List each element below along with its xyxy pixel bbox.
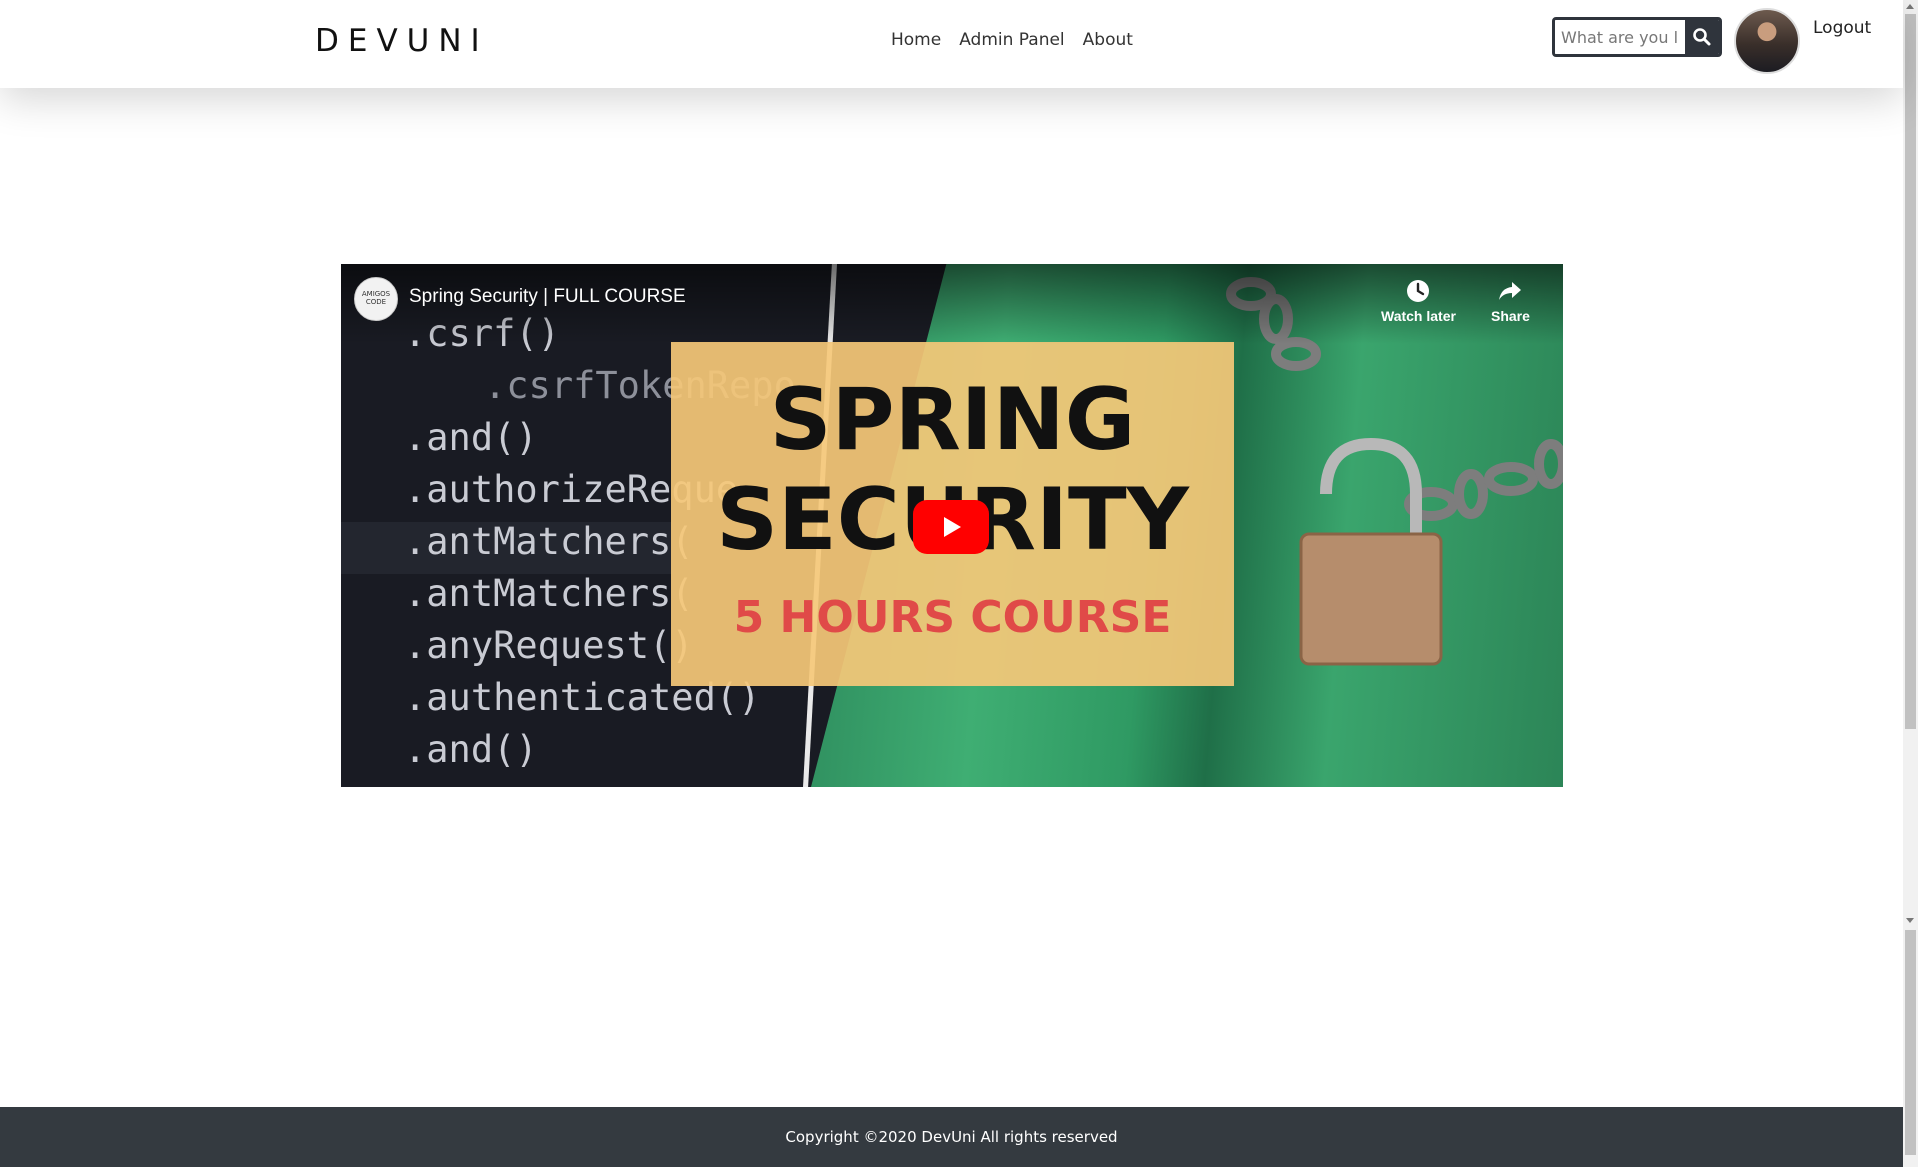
thumbnail-code-line: .and() <box>404 416 538 459</box>
watch-later-label: Watch later <box>1381 308 1456 324</box>
thumbnail-code-line: .antMatchers( <box>404 572 694 615</box>
search-form <box>1552 17 1722 57</box>
footer: Copyright ©2020 DevUni All rights reserv… <box>0 1107 1903 1167</box>
scroll-thumb[interactable] <box>1905 14 1916 729</box>
share-label: Share <box>1491 308 1530 324</box>
youtube-video-embed[interactable]: .csrf() .csrfTokenRepo .and() .authorize… <box>341 264 1563 787</box>
scroll-track-lower[interactable] <box>1905 930 1916 1155</box>
thumbnail-code-line: .antMatchers( <box>404 520 694 563</box>
thumbnail-headline-1: SPRING <box>769 370 1136 470</box>
top-navbar: DEVUNI Home Admin Panel About Logout <box>0 0 1903 88</box>
play-button[interactable] <box>913 500 989 554</box>
play-icon <box>944 517 961 537</box>
search-icon <box>1693 28 1711 46</box>
brand-logo[interactable]: DEVUNI <box>315 23 489 59</box>
channel-logo[interactable]: AMIGOS CODE <box>354 277 398 321</box>
logout-link[interactable]: Logout <box>1813 18 1871 38</box>
video-title[interactable]: Spring Security | FULL COURSE <box>409 286 686 308</box>
thumbnail-code-line: .anyRequest() <box>404 624 694 667</box>
nav-home-link[interactable]: Home <box>891 30 941 50</box>
clock-icon <box>1407 280 1430 302</box>
main-nav: Home Admin Panel About <box>891 30 1133 50</box>
page: DEVUNI Home Admin Panel About Logout .cs… <box>0 0 1903 1167</box>
search-input[interactable] <box>1555 20 1685 54</box>
share-icon <box>1499 282 1522 300</box>
user-avatar[interactable] <box>1734 8 1800 74</box>
scroll-up-arrow-icon[interactable] <box>1906 4 1914 9</box>
copyright-text: Copyright ©2020 DevUni All rights reserv… <box>785 1128 1118 1146</box>
scroll-down-arrow-icon[interactable] <box>1906 918 1914 923</box>
nav-about-link[interactable]: About <box>1083 30 1133 50</box>
thumbnail-subhead: 5 HOURS COURSE <box>733 592 1172 643</box>
nav-admin-panel-link[interactable]: Admin Panel <box>959 30 1064 50</box>
share-button[interactable]: Share <box>1491 278 1530 324</box>
thumbnail-code-line: .and() <box>404 728 538 771</box>
watch-later-button[interactable]: Watch later <box>1381 278 1456 324</box>
vertical-scrollbar[interactable] <box>1903 0 1918 1167</box>
search-button[interactable] <box>1685 20 1719 54</box>
